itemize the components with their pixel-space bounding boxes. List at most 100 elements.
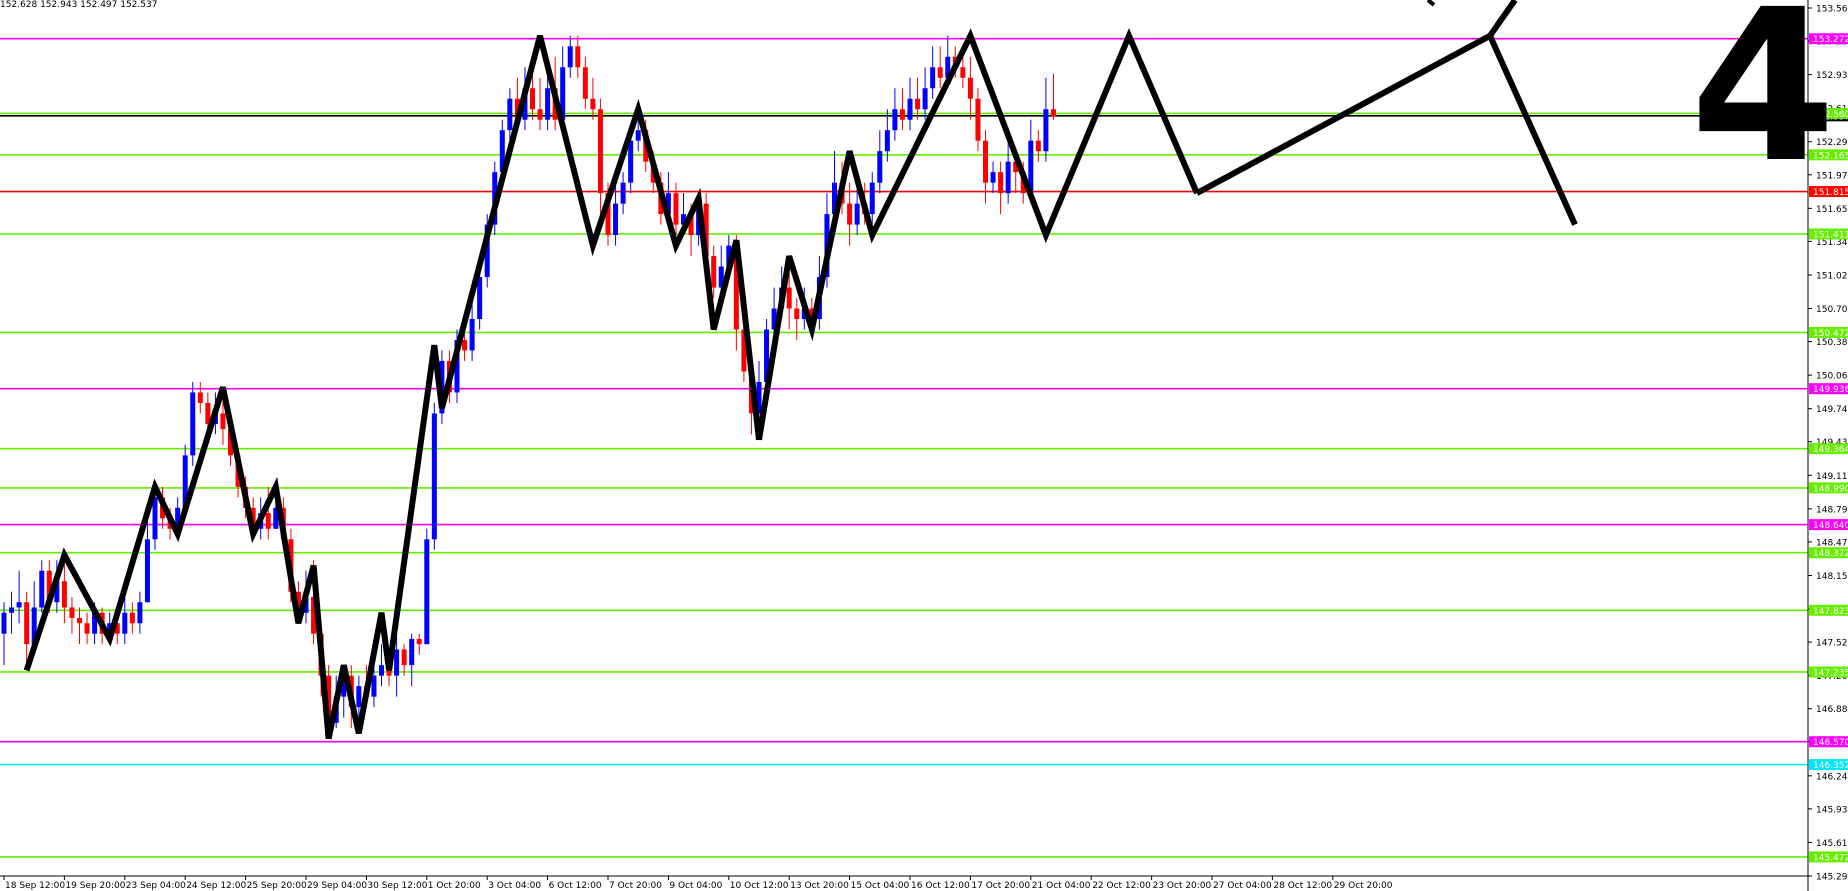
candle-body — [379, 665, 384, 676]
candle-body — [892, 109, 898, 131]
level-price-label: 146.352 — [1813, 761, 1848, 771]
time-tick-label: 16 Oct 12:00 — [911, 881, 970, 891]
time-tick-label: 6 Oct 12:00 — [549, 881, 602, 891]
candle-body — [545, 88, 551, 120]
candle-body — [673, 193, 679, 225]
time-tick-label: 29 Oct 20:00 — [1334, 881, 1393, 891]
horizontal-levels — [0, 37, 1808, 858]
candle-body — [915, 98, 921, 110]
time-tick-label: 7 Oct 20:00 — [609, 881, 662, 891]
price-tick-label: 145.930 — [1816, 805, 1848, 815]
candle-body — [975, 98, 981, 141]
level-price-label: 149.936 — [1813, 385, 1848, 395]
candle-body — [1005, 161, 1011, 194]
candle-body — [530, 88, 535, 110]
level-price-label: 150.472 — [1813, 329, 1848, 339]
candle-body — [613, 203, 619, 236]
level-price-label: 145.472 — [1813, 853, 1848, 863]
candle-body — [590, 98, 596, 110]
candle-body — [152, 497, 158, 540]
candle-body — [431, 413, 437, 540]
time-tick-label: 25 Sep 20:00 — [247, 881, 307, 891]
time-tick-label: 30 Sep 12:00 — [367, 881, 427, 891]
price-tick-label: 146.245 — [1816, 772, 1848, 782]
time-tick-label: 27 Oct 04:00 — [1213, 881, 1272, 891]
candle-body — [582, 67, 588, 99]
candle-body — [477, 277, 483, 320]
candle-body — [265, 513, 271, 529]
candle-body — [983, 140, 988, 183]
candle-body — [69, 607, 75, 618]
candle-body — [628, 140, 634, 183]
price-tick-label: 148.475 — [1816, 538, 1848, 548]
candle-body — [937, 67, 943, 78]
candle-body — [1043, 109, 1049, 152]
candle-body — [190, 392, 196, 456]
candle-body — [144, 539, 150, 603]
time-tick-label: 28 Oct 12:00 — [1273, 881, 1332, 891]
candle-body — [137, 602, 143, 624]
candle-body — [711, 256, 717, 288]
candle-body — [77, 617, 82, 624]
candle-body — [620, 182, 626, 204]
candle-body — [129, 612, 135, 624]
candle-body — [462, 339, 468, 351]
price-tick-label: 146.885 — [1816, 705, 1848, 715]
candle-body — [877, 151, 883, 183]
ohlc-header: 152.628 152.943 152.497 152.537 — [0, 0, 157, 10]
candle-body — [507, 98, 513, 131]
candle-body — [854, 203, 860, 225]
candle-body — [786, 287, 792, 309]
candle-body — [1035, 140, 1041, 152]
time-tick-label: 18 Sep 12:00 — [5, 881, 65, 891]
candle-body — [9, 607, 15, 613]
level-price-label: 149.364 — [1813, 445, 1848, 455]
time-tick-label: 24 Sep 12:00 — [186, 881, 246, 891]
candle-body — [635, 130, 641, 141]
candle-body — [1, 612, 7, 634]
time-tick-label: 10 Oct 12:00 — [730, 881, 789, 891]
time-tick-label: 21 Oct 04:00 — [1032, 881, 1091, 891]
candle-body — [39, 570, 45, 608]
time-tick-label: 22 Oct 12:00 — [1092, 881, 1151, 891]
candle-body — [990, 172, 996, 183]
candle-body — [220, 413, 226, 430]
price-tick-label: 149.110 — [1816, 472, 1848, 482]
price-tick-label: 149.745 — [1816, 405, 1848, 415]
time-tick-label: 15 Oct 04:00 — [851, 881, 910, 891]
time-tick-label: 19 Sep 20:00 — [65, 881, 125, 891]
price-tick-label: 151.020 — [1816, 271, 1848, 281]
candle-body — [416, 638, 422, 645]
candle-body — [899, 109, 905, 120]
time-tick-label: 29 Sep 04:00 — [307, 881, 367, 891]
level-price-label: 148.372 — [1813, 549, 1848, 559]
level-price-label: 151.411 — [1813, 230, 1848, 240]
time-tick-label: 23 Sep 04:00 — [126, 881, 186, 891]
candle-body — [960, 67, 966, 78]
level-price-label: 147.235 — [1813, 668, 1848, 678]
time-tick-label: 3 Oct 04:00 — [488, 881, 541, 891]
candle-body — [409, 638, 415, 666]
zigzag-fragment — [1426, 0, 1436, 7]
candle-body — [884, 130, 890, 152]
candle-body — [24, 602, 30, 645]
zigzag-projection-top — [1487, 0, 1518, 38]
price-tick-label: 150.385 — [1816, 338, 1848, 348]
time-tick-label: 13 Oct 20:00 — [790, 881, 849, 891]
time-tick-label: 1 Oct 20:00 — [428, 881, 481, 891]
zigzag-lines — [23, 0, 1578, 740]
candle-body — [575, 46, 581, 68]
big-number-label: 4 — [1690, 0, 1837, 209]
candles — [1, 35, 1056, 739]
price-tick-label: 145.610 — [1816, 839, 1848, 849]
price-tick-label: 145.290 — [1816, 873, 1848, 883]
level-price-label: 147.823 — [1813, 607, 1848, 617]
candle-body — [424, 539, 430, 645]
price-tick-label: 147.520 — [1816, 639, 1848, 649]
price-tick-label: 150.065 — [1816, 372, 1848, 382]
zigzag-projection — [1195, 31, 1578, 226]
price-tick-label: 148.790 — [1816, 505, 1848, 515]
candle-body — [84, 623, 90, 634]
level-price-label: 146.570 — [1813, 738, 1848, 748]
candle-body — [356, 686, 362, 708]
